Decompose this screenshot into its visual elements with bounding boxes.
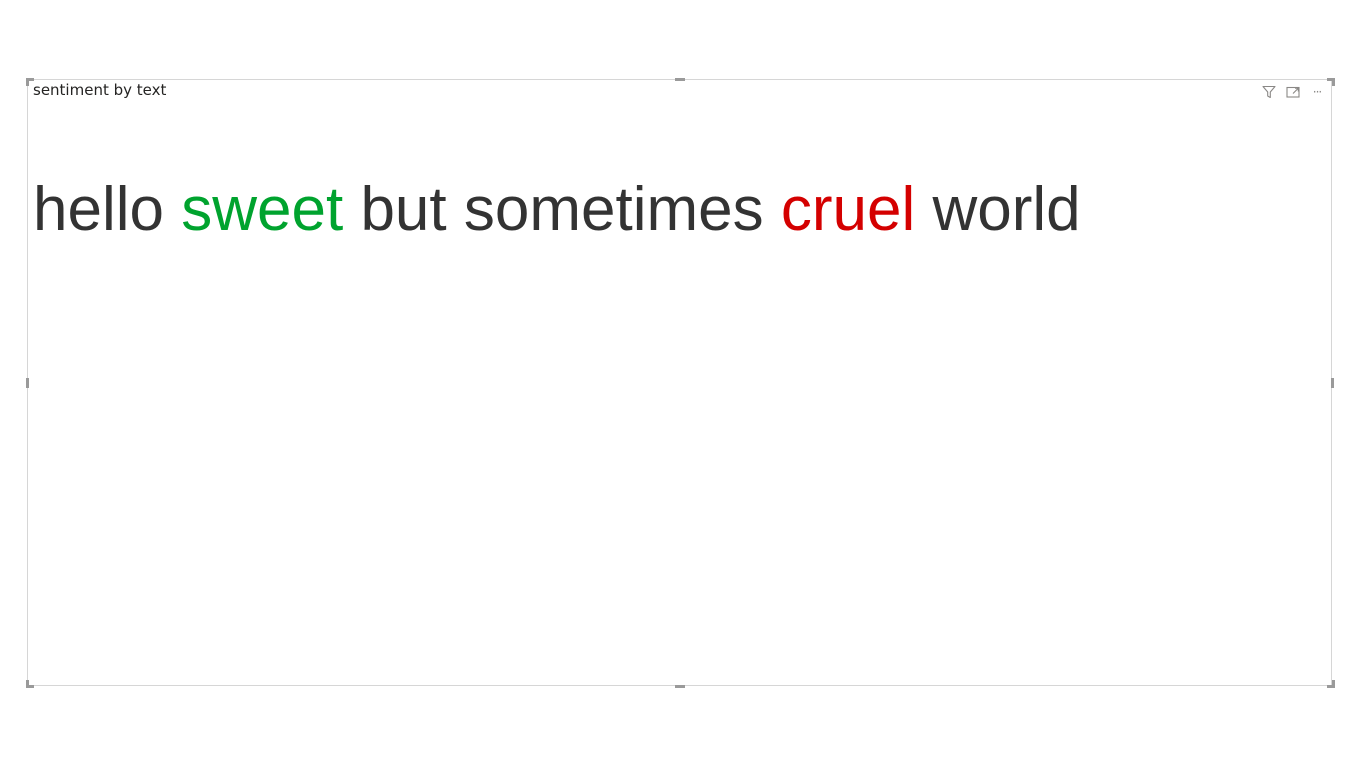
resize-handle-left[interactable]: [26, 378, 29, 388]
word-sometimes: sometimes: [463, 175, 764, 244]
word-world: world: [932, 175, 1081, 244]
resize-handle-top-right[interactable]: [1327, 78, 1335, 86]
resize-handle-right[interactable]: [1331, 378, 1334, 388]
sentiment-sentence: hello sweet but sometimes cruel world: [33, 170, 1081, 250]
resize-handle-top-left[interactable]: [26, 78, 34, 86]
resize-handle-bottom-right[interactable]: [1327, 680, 1335, 688]
more-options-icon[interactable]: ···: [1309, 84, 1325, 100]
more-options-glyph: ···: [1312, 85, 1323, 99]
visual-header-icons: ···: [1261, 84, 1325, 100]
word-sweet-positive: sweet: [181, 175, 344, 244]
focus-mode-icon[interactable]: [1285, 84, 1301, 100]
sentiment-visual[interactable]: sentiment by text ··· hello sweet but so…: [27, 79, 1332, 686]
resize-handle-bottom-left[interactable]: [26, 680, 34, 688]
visual-title: sentiment by text: [33, 81, 167, 99]
resize-handle-bottom[interactable]: [675, 685, 685, 688]
word-cruel-negative: cruel: [780, 175, 916, 244]
filter-icon[interactable]: [1261, 84, 1277, 100]
word-but: but: [360, 175, 447, 244]
resize-handle-top[interactable]: [675, 78, 685, 81]
word-hello: hello: [33, 175, 164, 244]
